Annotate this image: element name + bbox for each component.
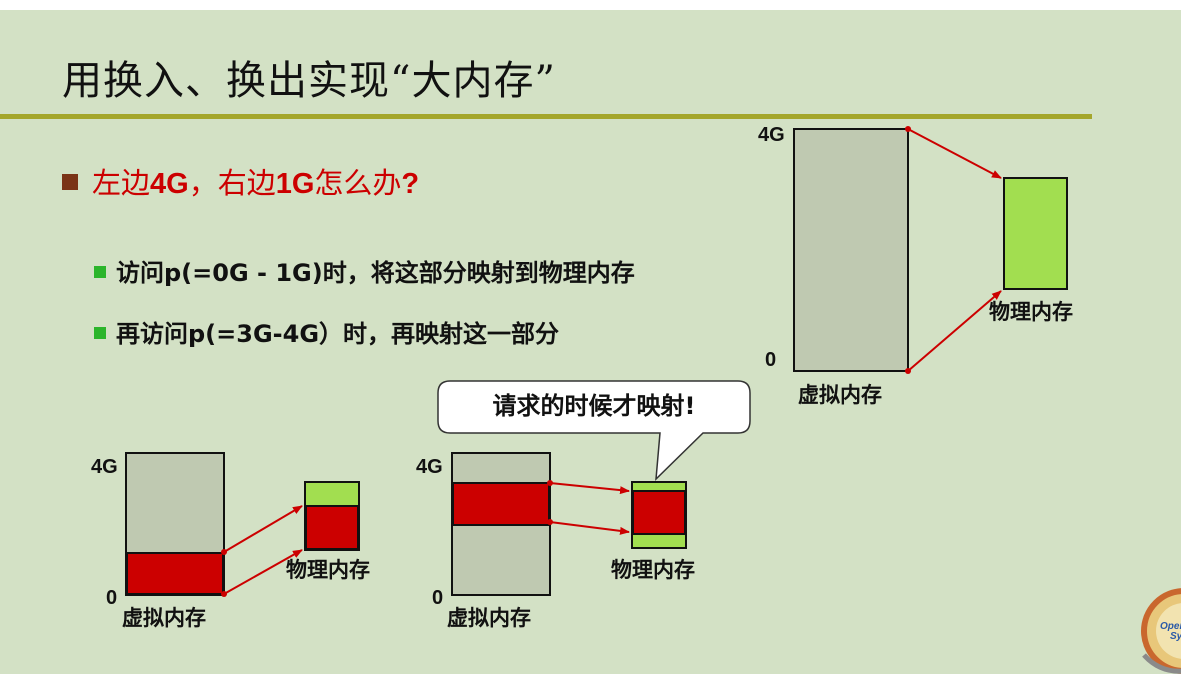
figure-2-virtual-label: 虚拟内存	[447, 606, 531, 630]
callout-text: 请求的时候才映射!	[492, 392, 696, 420]
figure-3-virtual-label: 虚拟内存	[798, 383, 882, 407]
figure-2-bottom-label: 0	[432, 587, 444, 609]
figure-3-top-label: 4G	[758, 124, 785, 146]
figure-1-bottom-label: 0	[106, 587, 118, 609]
arrow-origin-dot	[221, 591, 227, 597]
mapping-arrow	[223, 505, 303, 553]
mapped-region	[126, 552, 224, 595]
arrow-origin-dot	[547, 519, 553, 525]
physical-mapped-region	[305, 505, 359, 550]
memory-mapping-diagram	[125, 126, 1068, 597]
mapping-arrow	[549, 521, 630, 535]
top-strip	[0, 0, 1181, 10]
logo-graphic: OperSy	[1141, 588, 1181, 674]
mapping-arrow	[549, 482, 630, 495]
physical-memory-box	[1003, 177, 1068, 290]
course-logo: OperSy	[1140, 585, 1181, 674]
arrow-origin-dot	[547, 480, 553, 486]
mapped-region	[452, 482, 550, 526]
figure-3	[793, 126, 1068, 374]
figure-1-physical-label: 物理内存	[286, 558, 370, 582]
physical-mapped-region	[632, 490, 686, 535]
arrow-origin-dot	[905, 126, 911, 132]
figure-1-top-label: 4G	[91, 456, 118, 478]
arrow-origin-dot	[905, 368, 911, 374]
logo-text-line: Sy	[1170, 631, 1181, 642]
mapping-arrow	[907, 128, 1002, 179]
mapping-arrow	[907, 290, 1002, 372]
figure-1-virtual-label: 虚拟内存	[122, 606, 206, 630]
virtual-memory-box	[793, 128, 909, 372]
figure-2-physical-label: 物理内存	[611, 558, 695, 582]
figure-3-bottom-label: 0	[765, 349, 777, 371]
figure-3-physical-label: 物理内存	[989, 300, 1073, 324]
arrow-origin-dot	[221, 549, 227, 555]
figure-2-top-label: 4G	[416, 456, 443, 478]
